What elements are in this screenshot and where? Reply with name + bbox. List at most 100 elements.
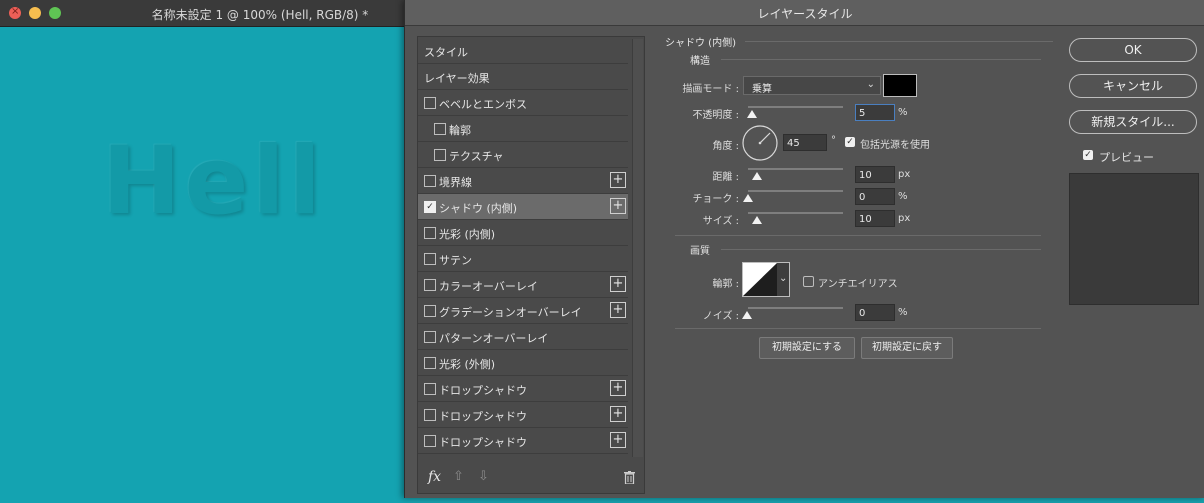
style-list-item[interactable]: カラーオーバーレイ + <box>418 272 628 298</box>
style-list-item[interactable]: ✓ シャドウ (内側) + <box>418 194 628 220</box>
style-checkbox[interactable] <box>424 357 436 369</box>
choke-slider-track[interactable] <box>748 190 843 192</box>
add-effect-plus-icon[interactable]: + <box>610 276 626 292</box>
style-list-item[interactable]: サテン <box>418 246 628 272</box>
style-checkbox[interactable] <box>424 97 436 109</box>
trash-icon[interactable] <box>624 471 635 484</box>
antialias-label: アンチエイリアス <box>818 279 898 290</box>
choke-slider-thumb[interactable] <box>743 194 753 202</box>
style-checkbox[interactable]: ✓ <box>424 201 436 213</box>
opacity-slider-track[interactable] <box>748 106 843 108</box>
style-list-item-label: シャドウ (内側) <box>439 202 518 215</box>
preview-checkbox[interactable]: ✓ <box>1083 150 1093 160</box>
styles-list-scrollbar[interactable] <box>632 39 643 457</box>
style-list-item-label: テクスチャ <box>449 150 504 163</box>
style-list-item-label: 光彩 (外側) <box>439 358 496 371</box>
style-checkbox[interactable] <box>434 123 446 135</box>
distance-slider-track[interactable] <box>748 168 843 170</box>
style-list-item[interactable]: 輪郭 <box>418 116 628 142</box>
blend-mode-value: 乗算 <box>752 84 772 95</box>
style-checkbox[interactable] <box>424 305 436 317</box>
style-list-item-label: カラーオーバーレイ <box>439 280 538 293</box>
close-icon: × <box>11 6 20 17</box>
antialias-checkbox[interactable] <box>803 276 814 287</box>
contour-label: 輪郭 : <box>712 279 739 290</box>
global-light-checkbox[interactable]: ✓ <box>845 137 855 147</box>
add-effect-plus-icon[interactable]: + <box>610 198 626 214</box>
fx-button[interactable]: fx <box>428 469 441 485</box>
close-window-button[interactable]: × <box>9 6 21 19</box>
add-effect-plus-icon[interactable]: + <box>610 302 626 318</box>
choke-label: チョーク : <box>692 194 739 205</box>
section-title: シャドウ (内側) <box>665 38 736 49</box>
style-checkbox[interactable] <box>424 409 436 421</box>
zoom-window-button[interactable] <box>49 7 61 19</box>
chevron-down-icon: ⌄ <box>779 273 788 284</box>
distance-slider-thumb[interactable] <box>752 172 762 180</box>
add-effect-plus-icon[interactable]: + <box>610 380 626 396</box>
angle-input[interactable]: 45 <box>783 134 827 151</box>
opacity-slider-thumb[interactable] <box>747 110 757 118</box>
angle-dial[interactable] <box>741 124 779 162</box>
arrow-down-icon[interactable]: ⇩ <box>478 469 489 484</box>
preview-label: プレビュー <box>1099 151 1154 164</box>
section-divider <box>745 41 1053 42</box>
opacity-input[interactable]: 5 <box>855 104 895 121</box>
shadow-color-swatch[interactable] <box>883 74 917 97</box>
canvas-text-layer: Hell <box>102 127 325 236</box>
noise-slider-thumb[interactable] <box>742 311 752 319</box>
style-list-item[interactable]: ドロップシャドウ + <box>418 376 628 402</box>
style-list-item[interactable]: テクスチャ <box>418 142 628 168</box>
noise-unit: % <box>898 307 908 318</box>
preview-thumbnail <box>1069 173 1199 305</box>
style-checkbox[interactable] <box>424 331 436 343</box>
size-input[interactable]: 10 <box>855 210 895 227</box>
distance-input[interactable]: 10 <box>855 166 895 183</box>
style-list-item[interactable]: ベベルとエンボス <box>418 90 628 116</box>
new-style-button[interactable]: 新規スタイル... <box>1069 110 1197 134</box>
style-checkbox[interactable] <box>424 175 436 187</box>
style-list-item-label: ドロップシャドウ <box>439 436 527 449</box>
style-list-item[interactable]: 光彩 (外側) <box>418 350 628 376</box>
size-unit: px <box>898 213 911 224</box>
cancel-button[interactable]: キャンセル <box>1069 74 1197 98</box>
style-list-item-label: 境界線 <box>439 176 472 189</box>
size-slider-track[interactable] <box>748 212 843 214</box>
style-checkbox[interactable] <box>424 253 436 265</box>
style-list-item[interactable]: レイヤー効果 <box>418 64 628 90</box>
document-canvas[interactable]: Hell <box>0 27 410 503</box>
add-effect-plus-icon[interactable]: + <box>610 172 626 188</box>
choke-input[interactable]: 0 <box>855 188 895 205</box>
noise-input[interactable]: 0 <box>855 304 895 321</box>
quality-group-title: 画質 <box>690 246 710 257</box>
style-list-item[interactable]: ドロップシャドウ + <box>418 428 628 454</box>
style-list-item-label: ドロップシャドウ <box>439 410 527 423</box>
style-list-item-label: ドロップシャドウ <box>439 384 527 397</box>
ok-button[interactable]: OK <box>1069 38 1197 62</box>
style-list-item[interactable]: パターンオーバーレイ <box>418 324 628 350</box>
angle-unit: ° <box>831 135 836 146</box>
style-checkbox[interactable] <box>434 149 446 161</box>
noise-slider-track[interactable] <box>748 307 843 309</box>
style-list-item[interactable]: 光彩 (内側) <box>418 220 628 246</box>
distance-unit: px <box>898 169 911 180</box>
blend-mode-select[interactable]: 乗算 ⌄ <box>743 76 881 95</box>
style-list-item[interactable]: スタイル <box>418 38 628 64</box>
style-checkbox[interactable] <box>424 383 436 395</box>
size-slider-thumb[interactable] <box>752 216 762 224</box>
style-list-item[interactable]: ドロップシャドウ + <box>418 402 628 428</box>
angle-label: 角度 : <box>712 141 739 152</box>
style-checkbox[interactable] <box>424 435 436 447</box>
contour-linear-icon <box>743 263 777 296</box>
add-effect-plus-icon[interactable]: + <box>610 432 626 448</box>
reset-default-button[interactable]: 初期設定に戻す <box>861 337 953 359</box>
style-list-item[interactable]: グラデーションオーバーレイ + <box>418 298 628 324</box>
style-checkbox[interactable] <box>424 279 436 291</box>
make-default-button[interactable]: 初期設定にする <box>759 337 855 359</box>
arrow-up-icon[interactable]: ⇧ <box>453 469 464 484</box>
style-checkbox[interactable] <box>424 227 436 239</box>
minimize-window-button[interactable] <box>29 7 41 19</box>
add-effect-plus-icon[interactable]: + <box>610 406 626 422</box>
contour-picker[interactable]: ⌄ <box>742 262 790 297</box>
style-list-item[interactable]: 境界線 + <box>418 168 628 194</box>
